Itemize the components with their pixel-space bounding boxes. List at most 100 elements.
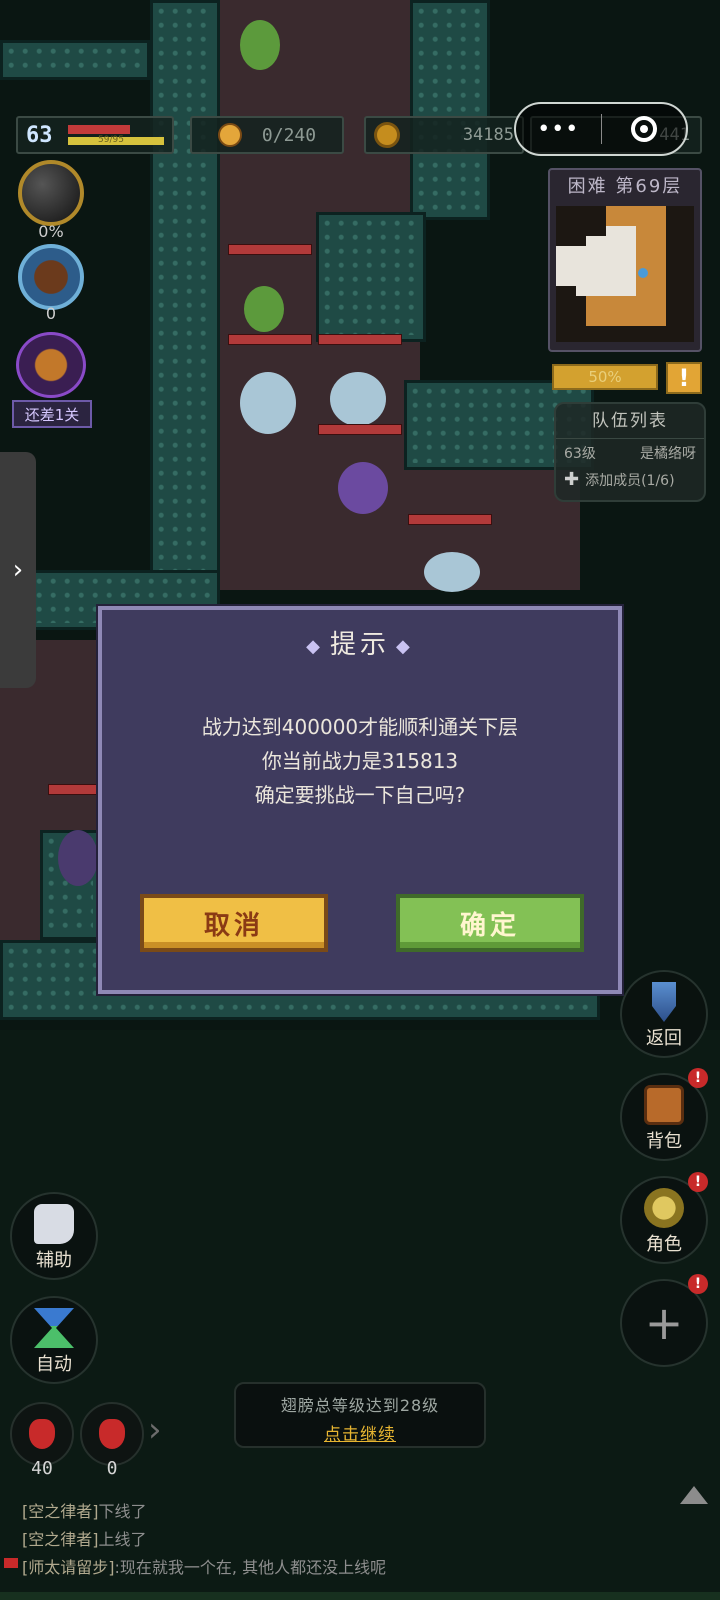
close-program-button[interactable] bbox=[602, 116, 687, 142]
pumpkin-icon bbox=[217, 123, 242, 147]
dialog-line-3: 确定要挑战一下自己吗? bbox=[254, 783, 466, 807]
chat-sender: [空之律者] bbox=[22, 1502, 99, 1521]
player-level-panel: 63 59/95 bbox=[16, 116, 174, 154]
assist-label: 辅助 bbox=[36, 1250, 72, 1271]
monster-hp-bar bbox=[228, 334, 312, 345]
tower-icon bbox=[652, 982, 676, 1022]
player-marker bbox=[638, 268, 648, 278]
chat-sender: [空之律者] bbox=[22, 1530, 99, 1549]
monster-flower-purple bbox=[338, 462, 388, 514]
gold-counter: 34185 bbox=[364, 116, 524, 154]
quest-tracker[interactable]: 翅膀总等级达到28级 点击继续 bbox=[234, 1382, 486, 1448]
chat-line: [空之律者]下线了 bbox=[22, 1498, 147, 1522]
monster-flower bbox=[330, 372, 386, 426]
side-drawer-tab[interactable]: › bbox=[0, 452, 36, 688]
chat-text: 下线了 bbox=[98, 1502, 147, 1521]
gold-amount: 34185 bbox=[462, 125, 514, 145]
team-list-panel: 队伍列表 63级 是橘络呀 ✚ 添加成员(1/6) bbox=[554, 402, 706, 502]
potion-expand-button[interactable]: › bbox=[148, 1410, 162, 1450]
return-label: 返回 bbox=[646, 1028, 682, 1049]
backpack-icon bbox=[644, 1085, 684, 1125]
team-member-row[interactable]: 63级 是橘络呀 bbox=[556, 439, 704, 467]
chat-text: 上线了 bbox=[98, 1530, 147, 1549]
monster-hp-bar bbox=[318, 424, 402, 435]
return-button[interactable]: 返回 bbox=[620, 970, 708, 1058]
dialog-line-2: 你当前战力是315813 bbox=[261, 749, 459, 773]
more-menu-button[interactable]: ••• bbox=[516, 117, 601, 142]
more-alert-badge: ! bbox=[688, 1274, 708, 1294]
stage-reward-button[interactable] bbox=[16, 332, 86, 398]
chest-button[interactable] bbox=[18, 244, 84, 310]
more-dots-icon: ••• bbox=[537, 116, 580, 142]
hourglass-play-icon bbox=[34, 1308, 74, 1348]
add-member-button[interactable]: ✚ 添加成员(1/6) bbox=[556, 467, 704, 492]
hp-potion-count: 40 bbox=[31, 1458, 53, 1479]
chevron-right-icon: › bbox=[148, 1410, 162, 1450]
monster-flower bbox=[424, 552, 480, 592]
plus-icon: ✚ bbox=[564, 469, 580, 490]
pumpkin-count: 0/240 bbox=[261, 124, 317, 146]
minimap-grid bbox=[556, 206, 694, 342]
stage-remaining-badge: 还差1关 bbox=[12, 400, 92, 428]
chevron-right-icon: › bbox=[12, 555, 24, 585]
member-name: 是橘络呀 bbox=[640, 446, 696, 462]
mp-potion-slot[interactable] bbox=[80, 1402, 144, 1466]
exclamation-icon: ! bbox=[678, 364, 690, 392]
helmet-icon bbox=[644, 1188, 684, 1228]
auto-label: 自动 bbox=[36, 1354, 72, 1375]
monster-hp-bar bbox=[228, 244, 312, 255]
cancel-button[interactable]: 取消 bbox=[140, 894, 328, 952]
dialog-title: ◆ 提示 ◆ bbox=[102, 624, 618, 661]
floor-progress-bar: 50% bbox=[552, 364, 658, 390]
flag-icon bbox=[4, 1558, 18, 1568]
monster-goblin bbox=[244, 286, 284, 332]
monster-flower-purple bbox=[58, 830, 98, 886]
chat-line: [师太请留步]:现在就我一个在, 其他人都还没上线呢 bbox=[22, 1554, 386, 1578]
mini-program-capsule: ••• bbox=[514, 102, 688, 156]
quest-continue-link[interactable]: 点击继续 bbox=[236, 1420, 484, 1445]
assist-button[interactable]: 辅助 bbox=[10, 1192, 98, 1280]
target-icon bbox=[630, 116, 657, 142]
diamond-icon: ◆ bbox=[396, 635, 414, 657]
chat-line: [空之律者]上线了 bbox=[22, 1526, 147, 1550]
prompt-dialog: ◆ 提示 ◆ 战力达到400000才能顺利通关下层 你当前战力是315813 确定要… bbox=[98, 606, 622, 994]
chest-count: 0 bbox=[45, 304, 57, 323]
pumpkin-counter: 0/240 bbox=[190, 116, 344, 154]
alert-info-button[interactable]: ! bbox=[666, 362, 702, 394]
chat-text: :现在就我一个在, 其他人都还没上线呢 bbox=[114, 1558, 387, 1577]
dialog-title-text: 提示 bbox=[329, 630, 390, 660]
red-potion-icon bbox=[29, 1419, 55, 1449]
auto-button[interactable]: 自动 bbox=[10, 1296, 98, 1384]
coin-icon bbox=[374, 122, 400, 148]
xp-bar: 59/95 bbox=[68, 135, 164, 145]
hp-potion-slot[interactable] bbox=[10, 1402, 74, 1466]
confirm-button[interactable]: 确定 bbox=[396, 894, 584, 952]
collapse-chat-button[interactable] bbox=[680, 1486, 708, 1504]
skill-orb[interactable] bbox=[18, 160, 84, 226]
floor-title: 困难 第69层 bbox=[567, 176, 683, 197]
monster-goblin bbox=[240, 20, 280, 70]
monster-flower bbox=[240, 372, 296, 434]
chat-sender: [师太请留步] bbox=[22, 1558, 115, 1577]
add-member-label: 添加成员(1/6) bbox=[585, 472, 675, 489]
monster-hp-bar bbox=[318, 334, 402, 345]
xp-text: 59/95 bbox=[98, 135, 124, 145]
backpack-alert-badge: ! bbox=[688, 1068, 708, 1088]
mp-potion-count: 0 bbox=[106, 1458, 118, 1479]
character-alert-badge: ! bbox=[688, 1172, 708, 1192]
monster-hp-bar bbox=[48, 784, 102, 795]
dialog-line-1: 战力达到400000才能顺利通关下层 bbox=[201, 715, 519, 739]
plus-icon: + bbox=[644, 1296, 684, 1350]
backpack-label: 背包 bbox=[646, 1131, 682, 1152]
monster-hp-bar bbox=[408, 514, 492, 525]
team-list-title: 队伍列表 bbox=[556, 404, 704, 439]
red-potion-icon bbox=[99, 1419, 125, 1449]
character-label: 角色 bbox=[646, 1234, 682, 1255]
bottom-progress-strip bbox=[0, 1592, 720, 1600]
orb-percent: 0% bbox=[38, 222, 64, 241]
hp-bar bbox=[68, 125, 130, 134]
dialog-message: 战力达到400000才能顺利通关下层 你当前战力是315813 确定要挑战一下自… bbox=[102, 710, 618, 812]
minimap[interactable]: 困难 第69层 bbox=[548, 168, 702, 352]
diamond-icon: ◆ bbox=[306, 635, 324, 657]
glove-icon bbox=[34, 1204, 74, 1244]
